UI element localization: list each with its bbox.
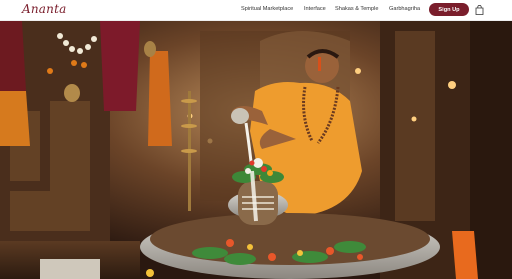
nav-link-interface[interactable]: Interface	[304, 6, 326, 12]
nav-link-garbhagriha[interactable]: Garbhagriha	[389, 6, 420, 12]
shopping-bag-icon[interactable]	[475, 5, 484, 15]
nav-link-spiritual-marketplace[interactable]: Spiritual Marketplace	[241, 6, 293, 12]
sign-up-button[interactable]: Sign Up	[429, 3, 469, 16]
nav-link-shakas-temple[interactable]: Shakas & Temple	[335, 6, 378, 12]
brand-logo[interactable]: Ananta	[22, 2, 66, 16]
hero-image	[0, 21, 512, 279]
top-navbar: Ananta Spiritual Marketplace Interface S…	[0, 0, 512, 21]
temple-scene-illustration	[0, 21, 512, 279]
